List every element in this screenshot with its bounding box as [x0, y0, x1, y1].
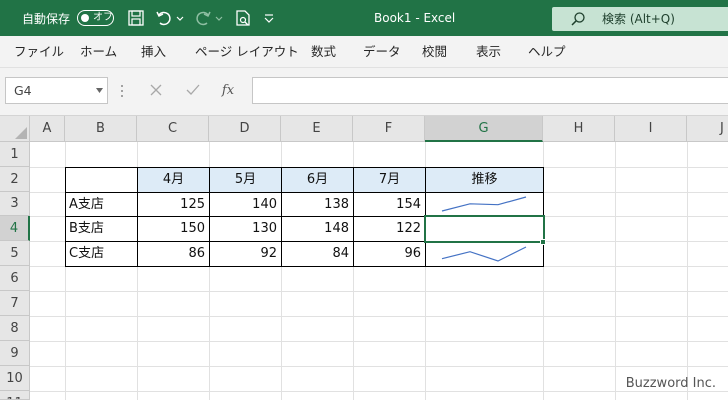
- search-box[interactable]: 検索 (Alt+Q): [552, 7, 728, 31]
- row-header-5[interactable]: 5: [0, 241, 30, 266]
- cell-e2[interactable]: 6月: [281, 167, 354, 193]
- gridline: [30, 316, 728, 317]
- tab-help[interactable]: ヘルプ: [528, 36, 566, 68]
- sparkline-line: [441, 246, 527, 262]
- gridline: [30, 291, 728, 292]
- column-header-d[interactable]: D: [209, 116, 281, 142]
- worksheet-grid[interactable]: A B C D E F G H I J 1 2 3 4 5 6 7 8 9 10…: [0, 116, 728, 400]
- cell-c2[interactable]: 4月: [137, 167, 210, 193]
- fill-handle[interactable]: [540, 239, 546, 245]
- search-placeholder: 検索 (Alt+Q): [602, 12, 675, 26]
- cancel-icon[interactable]: [146, 80, 166, 100]
- tab-home[interactable]: ホーム: [80, 36, 117, 68]
- column-header-e[interactable]: E: [281, 116, 353, 142]
- autosave-toggle[interactable]: オフ: [77, 10, 114, 26]
- row-header-3[interactable]: 3: [0, 192, 30, 216]
- cell-g2[interactable]: 推移: [425, 167, 544, 193]
- row-header-6[interactable]: 6: [0, 266, 30, 291]
- cell-f5[interactable]: 96: [353, 241, 426, 267]
- name-box-value: G4: [14, 83, 32, 98]
- document-title: Book1 - Excel: [374, 11, 456, 25]
- customize-toolbar-icon[interactable]: [262, 9, 276, 27]
- cell-e3[interactable]: 138: [281, 192, 354, 217]
- name-box[interactable]: G4: [5, 77, 108, 104]
- redo-icon[interactable]: [194, 9, 212, 27]
- ribbon-tabs: ファイル ホーム 挿入 ページ レイアウト 数式 データ 校閲 表示 ヘルプ: [0, 36, 728, 68]
- tab-view[interactable]: 表示: [476, 36, 501, 68]
- tab-data[interactable]: データ: [363, 36, 401, 68]
- tab-review[interactable]: 校閲: [422, 36, 447, 68]
- column-header-h[interactable]: H: [543, 116, 615, 142]
- sparkline-row-5: [441, 246, 527, 262]
- watermark: Buzzword Inc.: [625, 376, 716, 391]
- sparkline-row-3: [441, 196, 527, 212]
- confirm-icon[interactable]: [183, 80, 203, 100]
- save-icon[interactable]: [127, 9, 145, 27]
- row-header-9[interactable]: 9: [0, 341, 30, 366]
- toggle-knob: [81, 13, 89, 22]
- column-header-c[interactable]: C: [137, 116, 209, 142]
- row-header-10[interactable]: 10: [0, 366, 30, 391]
- insert-function-button[interactable]: fx: [218, 80, 238, 100]
- title-bar: 自動保存 オフ Book1 - Excel 検索 (Alt+Q): [0, 0, 728, 36]
- search-icon: [571, 12, 585, 26]
- row-header-4[interactable]: 4: [0, 216, 30, 241]
- name-box-dropdown-icon[interactable]: [96, 88, 103, 93]
- gridline: [30, 391, 728, 392]
- cell-b3[interactable]: A支店: [65, 192, 138, 217]
- cell-c4[interactable]: 150: [137, 216, 210, 242]
- row-header-11[interactable]: 11: [0, 391, 30, 400]
- cell-c5[interactable]: 86: [137, 241, 210, 267]
- row-header-1[interactable]: 1: [0, 142, 30, 167]
- tab-insert[interactable]: 挿入: [141, 36, 166, 68]
- cell-c3[interactable]: 125: [137, 192, 210, 217]
- row-header-7[interactable]: 7: [0, 291, 30, 316]
- cell-e5[interactable]: 84: [281, 241, 354, 267]
- autosave-label: 自動保存: [22, 11, 71, 26]
- row-header-2[interactable]: 2: [0, 167, 30, 192]
- cell-d2[interactable]: 5月: [209, 167, 282, 193]
- gridline: [30, 341, 728, 342]
- active-cell-outline: [424, 215, 545, 243]
- column-header-a[interactable]: A: [30, 116, 65, 142]
- tab-page-layout[interactable]: ページ レイアウト: [195, 36, 299, 68]
- undo-icon[interactable]: [155, 9, 173, 27]
- print-preview-icon[interactable]: [234, 9, 252, 27]
- cell-f2[interactable]: 7月: [353, 167, 426, 193]
- gridline: [615, 142, 616, 400]
- cell-f4[interactable]: 122: [353, 216, 426, 242]
- tab-formulas[interactable]: 数式: [311, 36, 336, 68]
- column-header-i[interactable]: I: [615, 116, 687, 142]
- redo-dropdown-icon[interactable]: [214, 9, 224, 27]
- cell-b5[interactable]: C支店: [65, 241, 138, 267]
- gridline: [687, 142, 688, 400]
- cell-b2[interactable]: [65, 167, 138, 193]
- formula-bar: G4 fx: [0, 68, 728, 116]
- cell-d4[interactable]: 130: [209, 216, 282, 242]
- autosave-state: オフ: [93, 12, 113, 23]
- column-header-b[interactable]: B: [65, 116, 137, 142]
- sparkline-line: [441, 196, 527, 212]
- undo-dropdown-icon[interactable]: [175, 9, 185, 27]
- cell-b4[interactable]: B支店: [65, 216, 138, 242]
- column-header-g[interactable]: G: [425, 116, 543, 142]
- column-header-j[interactable]: J: [687, 116, 728, 142]
- gridline: [30, 366, 728, 367]
- column-header-f[interactable]: F: [353, 116, 425, 142]
- tab-file[interactable]: ファイル: [14, 36, 64, 68]
- select-all-button[interactable]: [0, 116, 30, 142]
- formula-input[interactable]: [252, 77, 728, 104]
- cell-d5[interactable]: 92: [209, 241, 282, 267]
- cell-f3[interactable]: 154: [353, 192, 426, 217]
- cell-e4[interactable]: 148: [281, 216, 354, 242]
- formula-bar-grip-icon[interactable]: [120, 83, 124, 99]
- row-header-8[interactable]: 8: [0, 316, 30, 341]
- cell-d3[interactable]: 140: [209, 192, 282, 217]
